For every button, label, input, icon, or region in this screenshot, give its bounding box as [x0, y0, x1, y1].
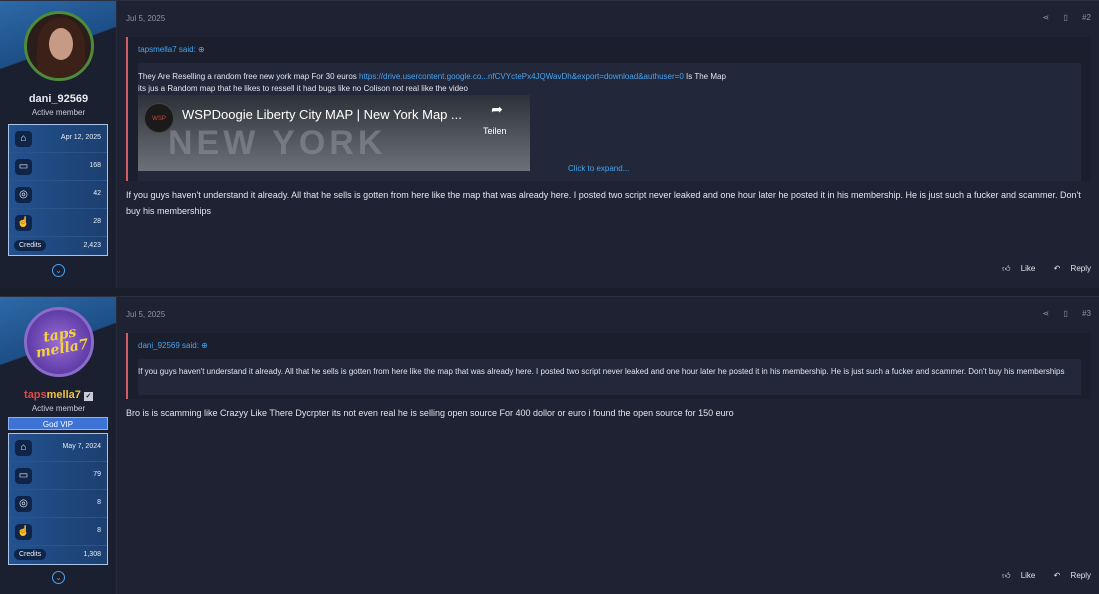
post-number[interactable]: #2	[1082, 13, 1091, 22]
click-to-expand[interactable]: Click to expand...	[568, 163, 629, 175]
post-3: taps mella7 tapsmella7 ✓ Active member Go…	[0, 296, 1099, 594]
post-message: If you guys haven't understand it alread…	[126, 190, 1081, 216]
user-stats: ⌂ Apr 12, 2025 ▭ 168 ◎ 42 ☝ 28 Credits 2,423	[8, 124, 108, 256]
reaction-icon: ◎	[15, 496, 32, 512]
reply-icon: ↶	[1053, 264, 1061, 273]
user-title: Active member	[31, 108, 86, 117]
quote-text: They Are Reselling a random free new yor…	[138, 72, 357, 81]
post-main: Jul 5, 2025 ⋖ ▯ #2 tapsmella7 said: ⊕ Th…	[118, 1, 1099, 288]
stat-messages: ▭ 168	[9, 153, 107, 181]
video-share-label[interactable]: Teilen	[483, 125, 507, 137]
expand-icon[interactable]: ⌄	[52, 571, 65, 584]
share-icon[interactable]: ⋖	[1043, 309, 1050, 318]
post-actions: 👍︎ Like ↶ Reply	[986, 571, 1091, 581]
reply-icon: ↶	[1053, 571, 1061, 580]
username[interactable]: dani_92569	[0, 93, 116, 105]
like-icon: 👍︎	[1002, 264, 1011, 273]
stat-reactions: ◎ 8	[9, 490, 107, 518]
username[interactable]: tapsmella7 ✓	[0, 389, 116, 401]
user-stats: ⌂ May 7, 2024 ▭ 79 ◎ 8 ☝ 8 Credits 1,308	[8, 433, 108, 565]
post-2: dani_92569 Active member ⌂ Apr 12, 2025 ▭…	[0, 0, 1099, 288]
post-main: Jul 5, 2025 ⋖ ▯ #3 dani_92569 said: ⊕ If…	[118, 297, 1099, 594]
post-message: Bro is is scamming like Crazyy Like Ther…	[126, 408, 734, 418]
post-date[interactable]: Jul 5, 2025	[126, 310, 165, 319]
stat-points: ☝ 28	[9, 209, 107, 237]
reply-button[interactable]: ↶ Reply	[1046, 264, 1091, 273]
verified-icon: ✓	[83, 392, 93, 401]
share-icon[interactable]: ⋖	[1043, 13, 1050, 22]
avatar[interactable]: taps mella7	[24, 307, 94, 377]
stat-credits: Credits 1,308	[9, 546, 107, 564]
post-date[interactable]: Jul 5, 2025	[126, 14, 165, 23]
like-button[interactable]: 👍︎ Like	[994, 571, 1035, 580]
trophy-icon: ☝	[15, 524, 32, 540]
quote-link[interactable]: https://drive.usercontent.google.co...nf…	[359, 72, 684, 81]
quote-author[interactable]: dani_92569 said: ⊕	[138, 341, 208, 350]
quote-body: They Are Reselling a random free new yor…	[138, 63, 1081, 181]
home-icon: ⌂	[15, 131, 32, 147]
message-icon: ▭	[15, 468, 32, 484]
channel-logo[interactable]: WSP	[144, 103, 174, 133]
quote-body: If you guys haven't understand it alread…	[138, 359, 1081, 395]
vip-badge: God VIP	[8, 417, 108, 430]
reaction-icon: ◎	[15, 187, 32, 203]
quote-text-end: Is The Map	[686, 72, 726, 81]
like-icon: 👍︎	[1002, 571, 1011, 580]
stat-points: ☝ 8	[9, 518, 107, 546]
avatar[interactable]	[24, 11, 94, 81]
quote-block: dani_92569 said: ⊕ If you guys haven't u…	[126, 333, 1091, 399]
post-number[interactable]: #3	[1082, 309, 1091, 318]
expand-icon[interactable]: ⌄	[52, 264, 65, 277]
like-button[interactable]: 👍︎ Like	[994, 264, 1035, 273]
stat-credits: Credits 2,423	[9, 237, 107, 255]
avatar-logo: taps mella7	[34, 324, 90, 362]
stat-reactions: ◎ 42	[9, 181, 107, 209]
video-title[interactable]: WSPDoogie Liberty City MAP | New York Ma…	[182, 108, 462, 121]
bookmark-icon[interactable]: ▯	[1063, 13, 1067, 22]
stat-joined: ⌂ May 7, 2024	[9, 434, 107, 462]
stat-messages: ▭ 79	[9, 462, 107, 490]
message-icon: ▭	[15, 159, 32, 175]
post-tools: ⋖ ▯ #3	[1031, 309, 1091, 318]
home-icon: ⌂	[15, 440, 32, 456]
share-arrow-icon[interactable]: ➦	[483, 102, 511, 116]
bookmark-icon[interactable]: ▯	[1063, 309, 1067, 318]
quote-line-2: its jus a Random map that he likes to re…	[138, 84, 468, 93]
video-embed[interactable]: NEW YORK WSP WSPDoogie Liberty City MAP …	[138, 95, 530, 171]
reply-button[interactable]: ↶ Reply	[1046, 571, 1091, 580]
stat-joined: ⌂ Apr 12, 2025	[9, 125, 107, 153]
post-actions: 👍︎ Like ↶ Reply	[986, 264, 1091, 274]
user-sidebar: dani_92569 Active member ⌂ Apr 12, 2025 ▭…	[0, 1, 117, 288]
user-title: Active member	[31, 404, 86, 413]
quote-block: tapsmella7 said: ⊕ They Are Reselling a …	[126, 37, 1091, 181]
quote-author[interactable]: tapsmella7 said: ⊕	[138, 45, 205, 54]
trophy-icon: ☝	[15, 215, 32, 231]
user-sidebar: taps mella7 tapsmella7 ✓ Active member Go…	[0, 297, 117, 594]
post-tools: ⋖ ▯ #2	[1031, 13, 1091, 22]
